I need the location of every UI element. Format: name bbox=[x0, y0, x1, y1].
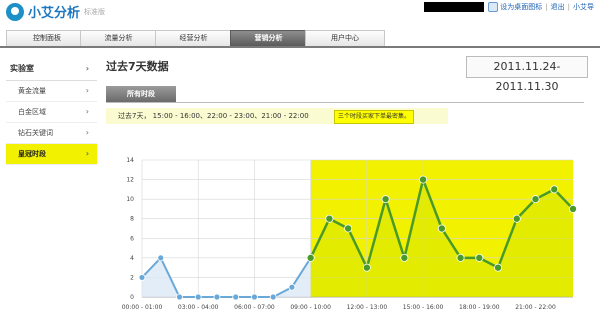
x-axis: 00:00 - 01:00 03:00 - 04:00 06:00 - 07:00 0… bbox=[122, 296, 573, 311]
data-point bbox=[251, 293, 258, 301]
sidebar-item-platinum-region[interactable]: 白金区域 › bbox=[6, 102, 97, 123]
sidebar-item-label: 黄金流量 bbox=[18, 87, 46, 95]
x-tick-label: 21:00 - 22:00 bbox=[515, 304, 556, 311]
logo-edition: 标准版 bbox=[84, 7, 106, 16]
data-point bbox=[456, 253, 465, 262]
tab-traffic-analysis[interactable]: 流量分析 bbox=[80, 30, 157, 46]
tab-business-analysis[interactable]: 经营分析 bbox=[155, 30, 232, 46]
guide-link[interactable]: 小艾导 bbox=[573, 2, 594, 12]
hourly-line-chart: 0 2 4 6 8 10 12 14 00:00 - 01:00 03:00 - 04:00 06… bbox=[122, 157, 577, 311]
sidebar: 实验室 › 黄金流量 › 白金区域 › 钻石关键词 › 皇冠时段 › bbox=[6, 58, 97, 165]
data-point bbox=[232, 293, 240, 301]
chevron-right-icon: › bbox=[85, 86, 89, 95]
divider bbox=[106, 102, 584, 103]
y-tick-label: 14 bbox=[126, 157, 134, 164]
data-point bbox=[213, 293, 221, 301]
page-title: 过去7天数据 bbox=[106, 60, 169, 73]
y-tick-label: 0 bbox=[130, 294, 134, 301]
x-tick-label: 03:00 - 04:00 bbox=[178, 304, 219, 311]
logo[interactable]: 小艾分析 标准版 bbox=[6, 2, 105, 21]
sidebar-item-diamond-keywords[interactable]: 钻石关键词 › bbox=[6, 123, 97, 144]
sidebar-item-crown-timeslot[interactable]: 皇冠时段 › bbox=[6, 144, 97, 165]
desktop-icon bbox=[488, 2, 499, 12]
date-range-picker[interactable]: 2011.11.24-2011.11.30 bbox=[466, 56, 588, 93]
tab-marketing-analysis[interactable]: 营销分析 bbox=[230, 30, 307, 46]
tab-user-center[interactable]: 用户中心 bbox=[305, 30, 385, 46]
data-point bbox=[157, 254, 165, 262]
sidebar-item-golden-traffic[interactable]: 黄金流量 › bbox=[6, 81, 97, 102]
y-tick-label: 12 bbox=[126, 177, 134, 184]
x-tick-label: 12:00 - 13:00 bbox=[347, 304, 388, 311]
y-tick-label: 2 bbox=[130, 274, 134, 281]
logo-icon bbox=[6, 2, 24, 21]
sidebar-item-label: 钻石关键词 bbox=[18, 129, 53, 137]
logo-text: 小艾分析 bbox=[28, 6, 81, 21]
sidebar-item-label: 白金区域 bbox=[18, 108, 46, 116]
x-tick-label: 09:00 - 10:00 bbox=[290, 304, 331, 311]
data-point bbox=[176, 293, 183, 301]
data-point bbox=[325, 214, 334, 223]
data-point bbox=[550, 185, 559, 194]
main-nav: 控制面板 流量分析 经营分析 营销分析 用户中心 bbox=[0, 30, 600, 48]
chevron-right-icon: › bbox=[85, 107, 89, 116]
data-point bbox=[138, 274, 146, 281]
tab-dashboard[interactable]: 控制面板 bbox=[6, 30, 88, 46]
y-tick-label: 10 bbox=[126, 196, 134, 203]
x-tick-label: 06:00 - 07:00 bbox=[234, 304, 275, 311]
chevron-right-icon: › bbox=[85, 149, 89, 158]
chevron-right-icon: › bbox=[85, 128, 89, 137]
data-point bbox=[344, 224, 353, 233]
data-point bbox=[437, 224, 446, 233]
data-point bbox=[475, 253, 484, 262]
insight-tooltip: 三个时段买家下单最密集。 bbox=[334, 110, 415, 124]
redacted-username bbox=[424, 2, 485, 12]
data-point bbox=[362, 263, 371, 272]
sidebar-heading-label: 实验室 bbox=[10, 64, 34, 73]
data-point bbox=[269, 293, 277, 301]
data-point bbox=[419, 175, 428, 184]
y-axis: 0 2 4 6 8 10 12 14 bbox=[126, 157, 134, 301]
x-tick-label: 15:00 - 16:00 bbox=[403, 304, 444, 311]
data-point bbox=[381, 195, 390, 204]
data-point bbox=[288, 283, 296, 291]
set-desktop-icon-link[interactable]: 设为桌面图标 bbox=[500, 2, 542, 12]
divider: | bbox=[545, 3, 548, 11]
x-tick-label: 18:00 - 19:00 bbox=[459, 304, 500, 311]
data-point bbox=[512, 214, 521, 223]
logout-link[interactable]: 退出 bbox=[551, 2, 565, 12]
tab-all-timeslots[interactable]: 所有时段 bbox=[106, 86, 176, 102]
data-point bbox=[194, 293, 202, 301]
data-point bbox=[494, 263, 503, 272]
y-tick-label: 8 bbox=[130, 216, 134, 223]
y-tick-label: 4 bbox=[130, 255, 134, 262]
chevron-right-icon: › bbox=[85, 64, 89, 73]
y-tick-label: 6 bbox=[130, 235, 134, 242]
app-header: 小艾分析 标准版 设为桌面图标 | 退出 | 小艾导 bbox=[0, 0, 600, 28]
data-point bbox=[568, 204, 577, 213]
divider: | bbox=[567, 3, 570, 11]
data-point bbox=[306, 253, 315, 262]
sidebar-item-label: 皇冠时段 bbox=[18, 150, 46, 158]
x-tick-label: 00:00 - 01:00 bbox=[122, 304, 163, 311]
sidebar-heading[interactable]: 实验室 › bbox=[6, 58, 97, 81]
data-point bbox=[400, 253, 409, 262]
user-area: 设为桌面图标 | 退出 | 小艾导 bbox=[424, 2, 594, 12]
data-point bbox=[531, 195, 540, 204]
